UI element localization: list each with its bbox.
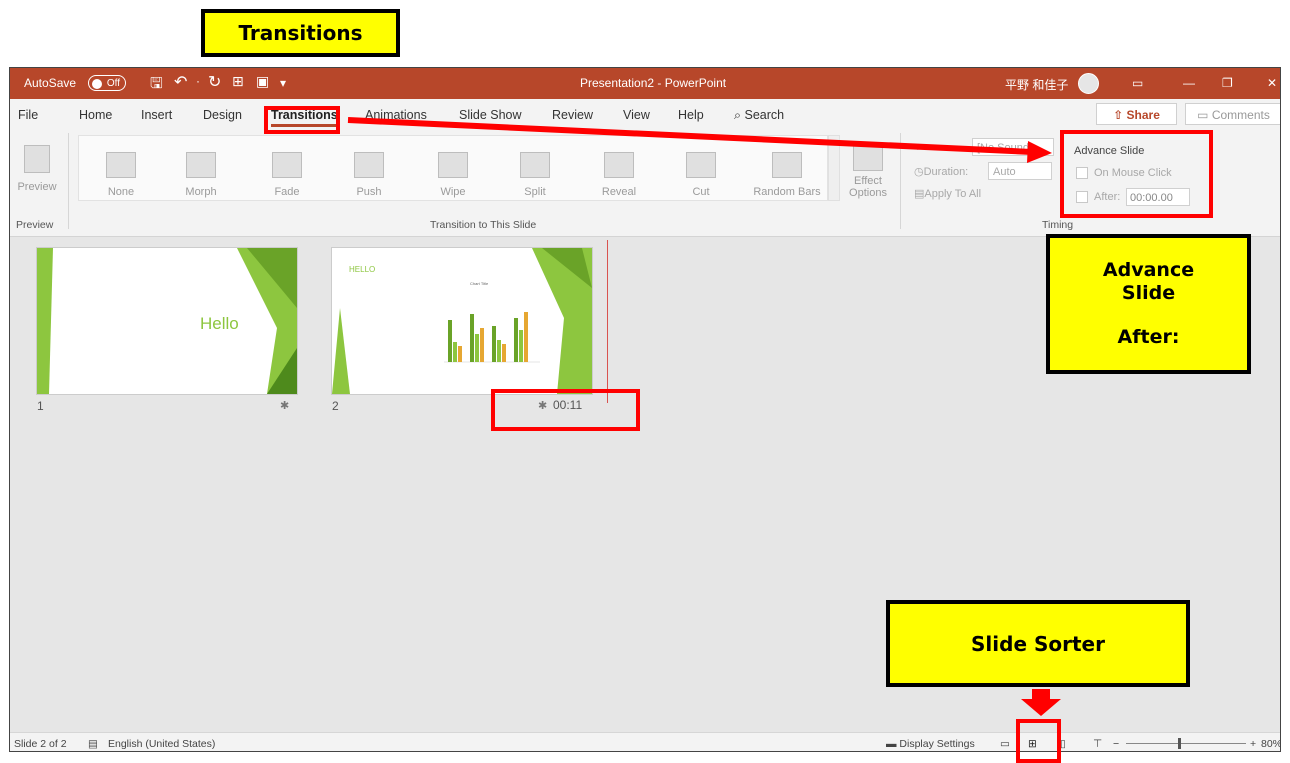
slide-sorter-callout: Slide Sorter: [886, 600, 1190, 687]
advance-slide-callout: Advance Slide After:: [1046, 234, 1251, 374]
arrow-line: [1032, 689, 1050, 699]
arrow-head: [1027, 141, 1052, 163]
arrow-head: [1021, 699, 1061, 716]
arrow-line: [347, 117, 1033, 155]
